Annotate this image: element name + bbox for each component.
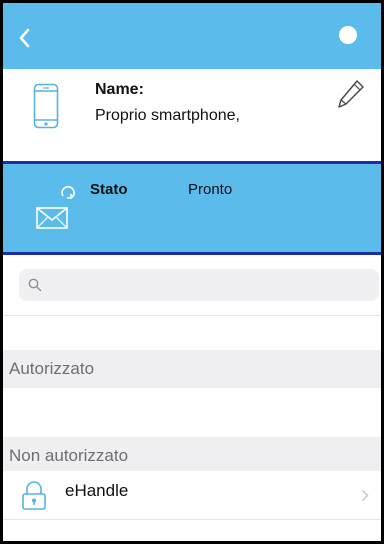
status-label: Stato bbox=[90, 181, 128, 198]
top-bar bbox=[3, 3, 381, 69]
section-title: Autorizzato bbox=[9, 359, 95, 378]
device-info-panel: Name: Proprio smartphone, bbox=[3, 69, 381, 161]
list-item-label: eHandle bbox=[65, 481, 129, 500]
chevron-left-icon bbox=[19, 28, 30, 48]
lock-icon bbox=[22, 481, 46, 510]
back-button[interactable] bbox=[11, 23, 37, 53]
section-header-authorized: Autorizzato bbox=[3, 350, 381, 388]
divider bbox=[3, 315, 381, 316]
app-screen: Name: Proprio smartphone, Stato Pronto A… bbox=[3, 3, 381, 541]
section-title: Non autorizzato bbox=[9, 446, 129, 465]
list-item[interactable]: eHandle bbox=[3, 471, 381, 519]
search-input[interactable] bbox=[19, 269, 379, 301]
device-name: Proprio smartphone, bbox=[95, 107, 240, 124]
smartphone-icon bbox=[33, 83, 59, 129]
status-panel: Stato Pronto bbox=[3, 161, 381, 255]
name-label: Name: bbox=[95, 81, 144, 98]
pencil-icon[interactable] bbox=[337, 79, 365, 109]
menu-dot-button[interactable] bbox=[339, 26, 357, 44]
status-value: Pronto bbox=[188, 181, 233, 198]
section-header-not-authorized: Non autorizzato bbox=[3, 437, 381, 475]
search-bar bbox=[3, 255, 381, 315]
mail-sync-icon bbox=[36, 186, 75, 229]
chevron-right-icon bbox=[361, 489, 369, 502]
divider bbox=[3, 519, 381, 520]
